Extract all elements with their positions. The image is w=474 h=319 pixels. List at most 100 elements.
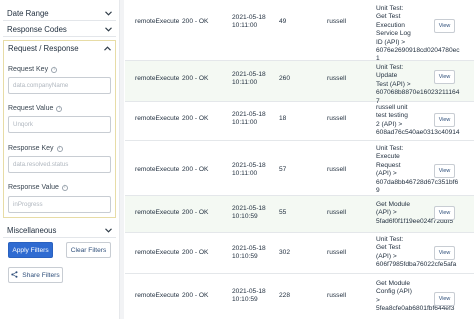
- request-value-text: Request Value: [8, 105, 54, 112]
- apply-filters-label: Apply Filters: [12, 246, 49, 254]
- request-key-input[interactable]: [8, 77, 111, 94]
- miscellaneous-section[interactable]: Miscellaneous: [3, 224, 116, 238]
- table-row: remoteExecute 200 - OK 2021-05-18 10:10:…: [125, 274, 474, 319]
- time-text: 10:11:00: [232, 119, 258, 127]
- table-row: remoteExecute 200 - OK 2021-05-18 10:10:…: [125, 196, 474, 233]
- panel-divider[interactable]: [119, 0, 124, 319]
- execution-cell: remoteExecute: [135, 249, 180, 256]
- test-line: Unit Test:: [376, 236, 404, 243]
- test-line: Config (API): [376, 288, 412, 296]
- user-cell: russell: [327, 18, 347, 25]
- view-label: View: [438, 296, 451, 302]
- miscellaneous-label: Miscellaneous: [7, 226, 57, 235]
- response-codes-section[interactable]: Response Codes: [3, 23, 116, 37]
- view-button[interactable]: View: [434, 164, 455, 178]
- status-cell: 200 - OK: [182, 249, 209, 256]
- apply-filters-button[interactable]: Apply Filters: [8, 242, 53, 258]
- date-range-label: Date Range: [7, 9, 49, 18]
- clear-filters-label: Clear Filters: [70, 246, 107, 254]
- view-button[interactable]: View: [434, 70, 455, 84]
- date-cell: 2021-05-18 10:10:59: [232, 245, 278, 262]
- user-cell: russell: [327, 166, 347, 173]
- duration-cell: 228: [279, 292, 291, 299]
- execution-cell: remoteExecute: [135, 292, 180, 299]
- time-text: 10:11:00: [232, 170, 258, 178]
- clear-filters-button[interactable]: Clear Filters: [66, 242, 111, 258]
- table-row: remoteExecute 200 - OK 2021-05-18 10:11:…: [125, 61, 474, 105]
- info-icon: i: [61, 184, 68, 191]
- test-line: 2 (API) >: [376, 120, 403, 128]
- results-table: remoteExecute 200 - OK 2021-05-18 10:11:…: [125, 0, 474, 319]
- status-cell: 200 - OK: [182, 209, 209, 216]
- info-icon: i: [51, 66, 58, 73]
- response-value-input[interactable]: [8, 196, 111, 213]
- response-codes-label: Response Codes: [7, 25, 67, 34]
- test-line: Unit Test:: [376, 145, 404, 152]
- status-cell: 200 - OK: [182, 166, 209, 173]
- view-label: View: [438, 117, 451, 123]
- test-line: russell unit: [376, 104, 408, 111]
- test-line: test testing: [376, 112, 408, 120]
- test-line: 606f7985fdba76022cfe5afa: [376, 261, 457, 269]
- view-button[interactable]: View: [434, 246, 455, 260]
- info-icon: i: [56, 145, 63, 152]
- chevron-down-icon: [104, 227, 112, 235]
- request-response-header[interactable]: Request / Response: [4, 41, 115, 56]
- test-line: (API) >: [376, 170, 397, 178]
- duration-cell: 55: [279, 209, 287, 216]
- test-line: Update: [376, 72, 398, 80]
- user-cell: russell: [327, 209, 347, 216]
- test-line: Get Test: [376, 13, 401, 21]
- view-button[interactable]: View: [434, 113, 455, 127]
- response-key-label: Response Key i: [8, 145, 63, 152]
- time-text: 10:11:00: [232, 22, 258, 30]
- execution-cell: remoteExecute: [135, 115, 180, 122]
- test-line: 608ad76c540ae0313c40914: [376, 129, 460, 137]
- view-label: View: [438, 23, 451, 29]
- test-line: 5fea8cfe0ab6801fbf644ef3: [376, 305, 455, 313]
- response-key-text: Response Key: [8, 145, 54, 152]
- response-value-text: Response Value: [8, 184, 59, 191]
- view-button[interactable]: View: [434, 206, 455, 220]
- share-filters-button[interactable]: Share Filters: [8, 267, 63, 283]
- date-text: 2021-05-18: [232, 14, 266, 21]
- request-value-input[interactable]: [8, 116, 111, 133]
- test-line: Service Log: [376, 30, 411, 38]
- date-range-section[interactable]: Date Range: [3, 7, 116, 21]
- time-text: 10:11:00: [232, 79, 258, 87]
- date-text: 2021-05-18: [232, 245, 266, 252]
- chevron-down-icon: [104, 26, 112, 34]
- date-cell: 2021-05-18 10:10:59: [232, 205, 278, 222]
- chevron-up-icon: [103, 45, 111, 53]
- execution-cell: remoteExecute: [135, 18, 180, 25]
- test-line: Test (API) >: [376, 80, 411, 88]
- duration-cell: 302: [279, 249, 291, 256]
- date-cell: 2021-05-18 10:11:00: [232, 71, 278, 88]
- view-label: View: [438, 250, 451, 256]
- response-value-label: Response Value i: [8, 184, 68, 191]
- duration-cell: 57: [279, 166, 287, 173]
- status-cell: 200 - OK: [182, 115, 209, 122]
- date-text: 2021-05-18: [232, 288, 266, 295]
- test-line: Get Module: [376, 280, 411, 287]
- test-line: Execute: [376, 153, 400, 161]
- test-line: Unit Test:: [376, 5, 404, 12]
- user-cell: russell: [327, 115, 347, 122]
- date-text: 2021-05-18: [232, 205, 266, 212]
- share-icon: [11, 270, 18, 280]
- status-cell: 200 - OK: [182, 75, 209, 82]
- view-button[interactable]: View: [434, 292, 455, 306]
- execution-cell: remoteExecute: [135, 166, 180, 173]
- share-filters-label: Share Filters: [22, 271, 60, 279]
- time-text: 10:10:59: [232, 296, 258, 304]
- request-value-label: Request Value i: [8, 105, 63, 112]
- view-button[interactable]: View: [434, 19, 455, 33]
- duration-cell: 49: [279, 18, 287, 25]
- view-label: View: [438, 168, 451, 174]
- duration-cell: 18: [279, 115, 287, 122]
- response-key-input[interactable]: [8, 156, 111, 173]
- status-cell: 200 - OK: [182, 18, 209, 25]
- status-cell: 200 - OK: [182, 292, 209, 299]
- test-line: (API) >: [376, 252, 397, 260]
- filter-sidebar: Date Range Response Codes Request / Resp…: [0, 0, 119, 319]
